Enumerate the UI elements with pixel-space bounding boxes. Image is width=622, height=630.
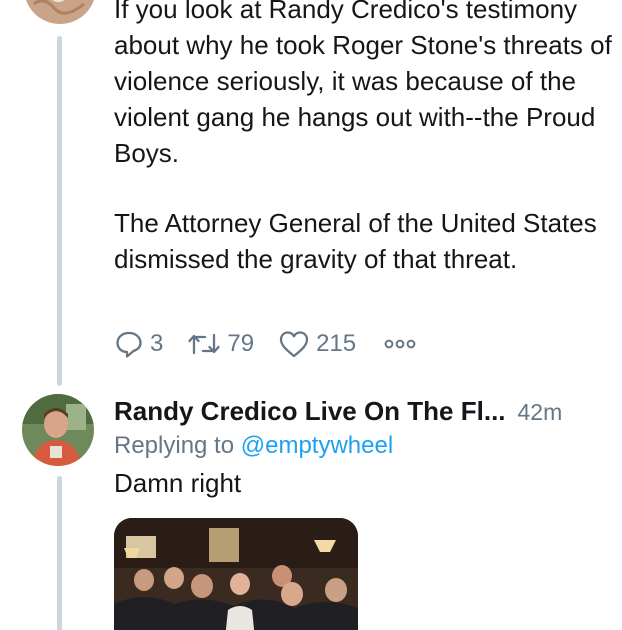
like-icon [278, 329, 310, 359]
tweet-paragraph-2: The Attorney General of the United State… [114, 208, 597, 274]
reply-tweet-header: Randy Credico Live On The Fl... 42m [114, 396, 614, 432]
thread-line-upper [57, 36, 62, 386]
more-icon [384, 330, 416, 358]
thread-line-lower [57, 476, 62, 630]
retweet-button[interactable]: 79 [187, 329, 254, 359]
more-button[interactable] [384, 330, 416, 358]
timestamp[interactable]: 42m [518, 399, 563, 426]
replying-to: Replying to @emptywheel [114, 432, 393, 460]
replying-to-handle[interactable]: @emptywheel [241, 432, 393, 459]
attached-photo[interactable] [114, 518, 358, 630]
tweet-actions: 3 79 215 [114, 326, 416, 362]
reply-icon [114, 329, 144, 359]
retweet-count: 79 [227, 330, 255, 357]
tweet-paragraph-1: If you look at Randy Credico's testimony… [114, 0, 612, 168]
display-name[interactable]: Randy Credico Live On The Fl... [114, 396, 506, 427]
like-button[interactable]: 215 [278, 329, 356, 359]
like-count: 215 [316, 330, 357, 357]
tweet-text: If you look at Randy Credico's testimony… [114, 0, 614, 277]
reply-count: 3 [150, 330, 164, 357]
retweet-icon [187, 329, 221, 359]
avatar-first-author[interactable] [24, 0, 96, 24]
reply-button[interactable]: 3 [114, 329, 163, 359]
avatar-reply-author[interactable] [22, 394, 94, 466]
reply-tweet-text: Damn right [114, 468, 242, 498]
replying-to-label: Replying to [114, 432, 235, 459]
